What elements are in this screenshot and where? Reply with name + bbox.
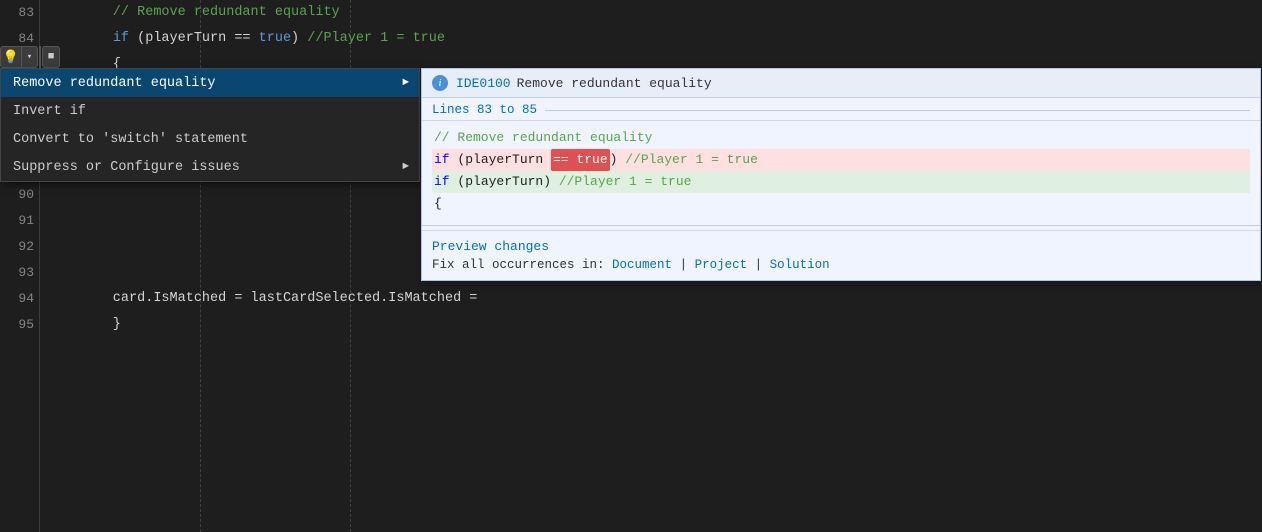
- preview-keyword-added: if: [434, 171, 450, 193]
- preview-code-comment: // Remove redundant equality: [432, 127, 1250, 149]
- lightbulb-widget[interactable]: 💡 ▾ ■: [0, 46, 60, 68]
- preview-code-area: // Remove redundant equality if (playerT…: [422, 121, 1260, 221]
- line-number: 83: [2, 0, 34, 26]
- line-number: 92: [2, 234, 34, 260]
- fix-all-solution-link[interactable]: Solution: [770, 258, 830, 272]
- lightbulb-button[interactable]: 💡: [0, 46, 22, 68]
- preview-code-removed: if (playerTurn == true) //Player 1 = tru…: [432, 149, 1250, 171]
- preview-footer: Preview changes Fix all occurrences in: …: [422, 230, 1260, 280]
- info-icon: i: [432, 75, 448, 91]
- preview-comment-text: // Remove redundant equality: [434, 127, 652, 149]
- preview-brace: {: [434, 193, 442, 215]
- code-token: }: [48, 312, 121, 338]
- lightbulb-dropdown-arrow[interactable]: ▾: [22, 46, 38, 68]
- line-number: 90: [2, 182, 34, 208]
- fix-all-prefix: Fix all occurrences in:: [432, 258, 605, 272]
- rule-id: IDE0100: [456, 76, 511, 91]
- preview-code-brace: {: [432, 193, 1250, 215]
- fix-all-line: Fix all occurrences in: Document | Proje…: [432, 258, 1250, 272]
- menu-item-convert-switch[interactable]: Convert to 'switch' statement: [1, 125, 419, 153]
- preview-panel: i IDE0100 Remove redundant equality Line…: [421, 68, 1261, 281]
- preview-header: i IDE0100 Remove redundant equality: [422, 69, 1260, 98]
- submenu-arrow-icon-2: ►: [402, 161, 409, 173]
- menu-item-label: Convert to 'switch' statement: [13, 132, 248, 147]
- editor-background: 83 // Remove redundant equality 84 if (p…: [0, 0, 1262, 532]
- lightbulb-separator: [39, 46, 41, 68]
- line-number: 94: [2, 286, 34, 312]
- code-line-83: 83 // Remove redundant equality: [40, 0, 1262, 26]
- menu-item-label: Suppress or Configure issues: [13, 160, 240, 175]
- preview-comment-2: //Player 1 = true: [625, 149, 758, 171]
- lightbulb-extra-btn[interactable]: ■: [42, 46, 60, 68]
- fix-all-project-link[interactable]: Project: [695, 258, 748, 272]
- menu-item-suppress-configure[interactable]: Suppress or Configure issues ►: [1, 153, 419, 181]
- line-number: 91: [2, 208, 34, 234]
- rule-title: Remove redundant equality: [517, 76, 712, 91]
- submenu-arrow-icon: ►: [402, 77, 409, 89]
- fix-all-document-link[interactable]: Document: [612, 258, 672, 272]
- preview-changes-link[interactable]: Preview changes: [432, 239, 1250, 254]
- preview-lines-header: Lines 83 to 85: [422, 98, 1260, 121]
- menu-item-invert-if[interactable]: Invert if: [1, 97, 419, 125]
- menu-item-label: Remove redundant equality: [13, 76, 216, 91]
- code-token: card.IsMatched = lastCardSelected.IsMatc…: [48, 286, 477, 312]
- menu-item-remove-redundant[interactable]: Remove redundant equality ►: [1, 69, 419, 97]
- preview-highlight-removed: == true: [551, 149, 610, 171]
- preview-comment-added: //Player 1 = true: [559, 171, 692, 193]
- code-line-84: 84 if (playerTurn == true) //Player 1 = …: [40, 26, 1262, 52]
- preview-default-added: (playerTurn): [450, 171, 559, 193]
- line-number: 93: [2, 260, 34, 286]
- fix-all-separator-2: |: [755, 258, 770, 272]
- context-menu: Remove redundant equality ► Invert if Co…: [0, 68, 420, 182]
- preview-separator: [422, 225, 1260, 226]
- fix-all-separator-1: |: [680, 258, 695, 272]
- preview-keyword: if: [434, 149, 450, 171]
- line-number: 95: [2, 312, 34, 338]
- code-token: // Remove redundant equality: [48, 0, 340, 26]
- code-line-95: 95 }: [40, 312, 1262, 338]
- lines-range-label: Lines 83 to 85: [432, 103, 537, 117]
- code-line-94: 94 card.IsMatched = lastCardSelected.IsM…: [40, 286, 1262, 312]
- preview-default: (playerTurn: [450, 149, 551, 171]
- preview-code-added: if (playerTurn) //Player 1 = true: [432, 171, 1250, 193]
- menu-item-label: Invert if: [13, 104, 86, 119]
- code-token: if (playerTurn == true) //Player 1 = tru…: [48, 26, 445, 52]
- preview-default-2: ): [610, 149, 626, 171]
